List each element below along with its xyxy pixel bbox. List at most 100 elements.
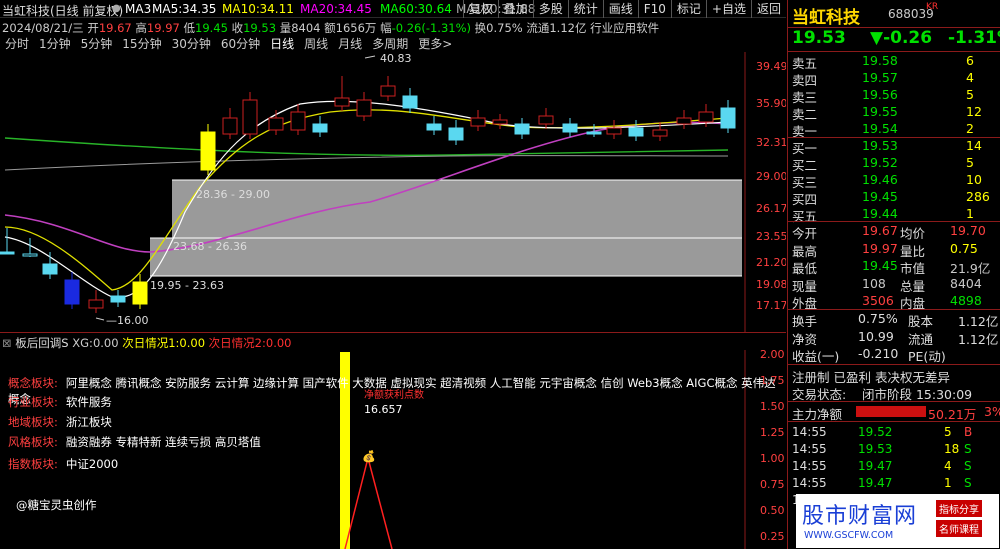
info-vol: 8404 (291, 21, 321, 35)
sells-row[interactable]: 卖五 19.58 6 (788, 53, 1000, 71)
timeframe-tab-2[interactable]: 5分钟 (76, 36, 118, 52)
ma60-line (4, 137, 729, 156)
toolbar-button-3[interactable]: 统计 (567, 0, 603, 18)
ob-vol: 1 (966, 206, 974, 221)
toolbar-button-7[interactable]: +自选 (705, 0, 751, 18)
stat-row: 今开 19.67 均价 19.70 (788, 223, 1000, 241)
quote-panel: 当虹科技 688039 KR 19.53 ▼-0.26 -1.31% 卖五19.… (787, 0, 1000, 549)
candle-17 (426, 123, 442, 131)
stat-l2: 均价 (900, 226, 926, 241)
indicator-tick-5: 0.75 (760, 478, 785, 491)
stat-l1: 今开 (792, 226, 818, 241)
chart-title: 当虹科技(日线 前复权) (2, 4, 124, 18)
indicator-close-icon[interactable]: ⊠ (2, 336, 15, 350)
sector-tag-value: 中证2000 (65, 457, 119, 471)
toolbar-button-6[interactable]: 标记 (670, 0, 706, 18)
stat-l2: 市值 (900, 261, 926, 276)
price-pct: -1.31% (948, 28, 1000, 48)
toolbar-button-4[interactable]: 画线 (602, 0, 638, 18)
ma-item-1: MA5: (152, 2, 183, 16)
ob-price: 19.46 (862, 172, 898, 187)
buys-row[interactable]: 买一 19.53 14 (788, 138, 1000, 156)
chart-pane[interactable]: 当虹科技(日线 前复权) ● MA3 MA5: 34.35 MA10: 34.11 MA2… (0, 0, 786, 549)
sector-tag-row-1: 行业板块: 软件服务 (8, 394, 112, 410)
watermark-tag2: 名师课程 (936, 520, 982, 537)
xg-label: XG: (72, 336, 93, 350)
ob-vol: 4 (966, 70, 974, 85)
stat-v1: 19.45 (862, 258, 898, 273)
stat2-v2: 1.12亿 (958, 331, 999, 347)
stat2-l1: 收益(一) (792, 349, 840, 364)
sells-row[interactable]: 卖二 19.55 12 (788, 104, 1000, 122)
ob-vol: 6 (966, 53, 974, 68)
tick-row: 14:55 19.47 1 S (788, 476, 1000, 492)
toolbar-button-2[interactable]: 多股 (532, 0, 568, 18)
sector-tag-row-4: 指数板块: 中证2000 (8, 456, 118, 472)
candle-19 (470, 117, 486, 127)
tick-side: S (964, 459, 972, 473)
sells-row[interactable]: 卖四 19.57 4 (788, 70, 1000, 88)
buys-row[interactable]: 买二 19.52 5 (788, 155, 1000, 173)
stat-v2: 19.70 (950, 223, 986, 238)
indicator-tick-6: 0.50 (760, 504, 785, 517)
candle-24 (586, 131, 602, 135)
stat-v1: 19.97 (862, 240, 898, 256)
sells-row[interactable]: 卖一 19.54 2 (788, 121, 1000, 139)
quote-header: 当虹科技 688039 KR (788, 0, 1000, 28)
ma-value-2: 34.11 (259, 2, 294, 16)
timeframe-tab-7[interactable]: 周线 (299, 36, 333, 52)
indicator-tick-3: 1.25 (760, 426, 785, 439)
s2-value: 0.00 (265, 336, 292, 350)
price-change: ▼-0.26 (870, 28, 933, 48)
stat-l1: 最低 (792, 261, 818, 276)
ob-vol: 286 (966, 189, 990, 204)
tick-vol: 5 (944, 425, 952, 439)
ma120-line (4, 155, 729, 171)
timeframe-tab-10[interactable]: 更多> (413, 36, 457, 52)
timeframe-tabs: 分时 1分钟 5分钟 15分钟 30分钟 60分钟 日线 周线 月线 多周期 更多> (0, 36, 457, 52)
tick-price: 19.53 (858, 442, 893, 456)
timeframe-tab-9[interactable]: 多周期 (367, 36, 413, 52)
timeframe-tab-6[interactable]: 日线 (265, 36, 299, 52)
tick-side: S (964, 476, 972, 490)
watermark-logo: 股市财富网 WWW.GSCFW.COM 指标分享 名师课程 (796, 494, 999, 548)
toolbar-button-8[interactable]: 返回 (750, 0, 786, 18)
ob-price: 19.55 (862, 104, 898, 119)
timeframe-tab-4[interactable]: 30分钟 (167, 36, 216, 52)
toolbar-button-1[interactable]: 叠加 (497, 0, 533, 18)
ma-item-4: MA60: (380, 2, 418, 16)
profit-icon: 💰 (362, 450, 376, 463)
dropdown-icon[interactable]: ● (112, 3, 121, 14)
sector-tag-value: 浙江板块 (65, 415, 112, 429)
timeframe-tab-5[interactable]: 60分钟 (216, 36, 265, 52)
buys-row[interactable]: 买四 19.45 286 (788, 189, 1000, 207)
watermark-name: 股市财富网 (802, 504, 918, 529)
toolbar-button-0[interactable]: 复权 (462, 0, 498, 18)
tick-row: 14:55 19.53 18 S (788, 442, 1000, 458)
candle-29 (698, 111, 714, 123)
candle-26 (628, 127, 644, 137)
price-tick-0: 39.49 (756, 60, 786, 73)
timeframe-tab-8[interactable]: 月线 (333, 36, 367, 52)
indicator-title: 板后回调S (15, 336, 69, 350)
low-marker-line (95, 317, 105, 321)
timeframe-tab-3[interactable]: 15分钟 (117, 36, 166, 52)
bar-info-line: 2024/08/21/三 开19.67 高19.97 低19.45 收19.53… (2, 20, 659, 36)
buys-row[interactable]: 买三 19.46 10 (788, 172, 1000, 190)
stat-row: 最高 19.97 量比 0.75 (788, 240, 1000, 259)
sells-row[interactable]: 卖三 19.56 5 (788, 87, 1000, 105)
info-close: 19.53 (243, 21, 277, 35)
stat2-l2: 股本 (908, 314, 934, 329)
xg-value: 0.00 (92, 336, 119, 350)
candle-25 (606, 127, 622, 135)
timeframe-tab-1[interactable]: 1分钟 (34, 36, 76, 52)
stat-row: 现量 108 总量 8404 (788, 276, 1000, 294)
ob-vol: 14 (966, 138, 982, 153)
toolbar-button-5[interactable]: F10 (637, 0, 671, 18)
stat-row: 最低 19.45 市值 21.9亿 (788, 258, 1000, 276)
timeframe-tab-0[interactable]: 分时 (0, 36, 34, 52)
stat2-l1: 换手 (792, 314, 818, 329)
ma-item-2: MA10: (222, 2, 260, 16)
candlestick-chart[interactable]: 40.83 —16.00 28.36 - 29.00 23.68 - 26.36… (0, 52, 786, 332)
tick-side: S (964, 442, 972, 456)
